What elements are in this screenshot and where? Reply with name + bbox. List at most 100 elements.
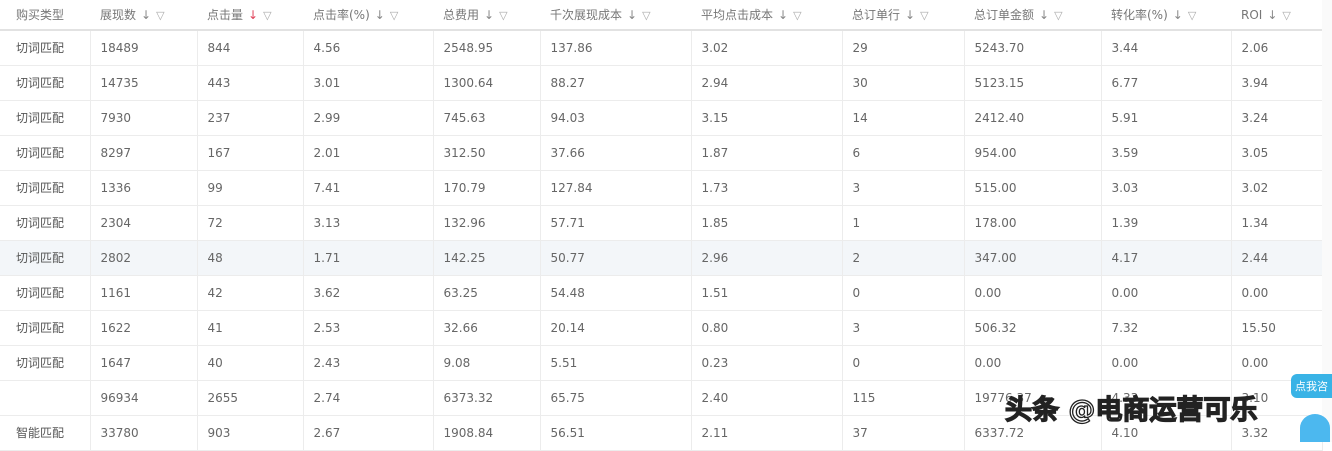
table-cell: 2.43 (303, 345, 434, 381)
table-cell: 170.79 (433, 170, 541, 206)
table-cell: 3.94 (1231, 65, 1323, 101)
table-cell: 0 (842, 345, 965, 381)
table-cell: 8297 (90, 135, 198, 171)
table-cell: 37 (842, 415, 965, 451)
column-header[interactable]: 总订单行 ↓ ▽ (842, 0, 964, 31)
column-header[interactable]: 展现数 ↓ ▽ (90, 0, 197, 31)
table-cell: 2 (842, 240, 965, 276)
table-row[interactable]: 切词匹配 2304 72 3.13 132.96 57.71 1.85 1 178.00 1.39… (0, 205, 1323, 241)
filter-icon[interactable]: ▽ (390, 9, 398, 22)
table-cell: 3.13 (303, 205, 434, 241)
column-header[interactable]: 点击率(%) ↓ ▽ (303, 0, 433, 31)
sort-arrow-icon[interactable]: ↓ (627, 8, 637, 22)
table-row[interactable]: 切词匹配 8297 167 2.01 312.50 37.66 1.87 6 954.00 3.5… (0, 135, 1323, 171)
column-label: 购买类型 (16, 8, 65, 22)
table-cell: 切词匹配 (0, 240, 91, 276)
table-row[interactable]: 切词匹配 7930 237 2.99 745.63 94.03 3.15 14 2412.40 5… (0, 100, 1323, 136)
column-header[interactable]: 转化率(%) ↓ ▽ (1101, 0, 1231, 31)
table-cell: 1.51 (691, 275, 843, 311)
filter-icon[interactable]: ▽ (156, 9, 164, 22)
table-cell: 3.02 (1231, 170, 1323, 206)
sort-arrow-icon[interactable]: ↓ (141, 8, 151, 22)
filter-icon[interactable]: ▽ (1282, 9, 1290, 22)
table-cell: 41 (197, 310, 304, 346)
column-header[interactable]: 总订单金额 ↓ ▽ (964, 0, 1101, 31)
table-cell: 1.87 (691, 135, 843, 171)
sort-arrow-icon[interactable]: ↓ (905, 8, 915, 22)
sort-arrow-icon[interactable]: ↓ (484, 8, 494, 22)
table-cell: 50.77 (540, 240, 692, 276)
table-header: 购买类型 展现数 ↓ ▽ 点击量 ↓ ▽ 点击率(%) ↓ ▽ 总费用 ↓ ▽ 千次展现成本 ↓ ▽ 平均点击成… (0, 0, 1322, 31)
table-cell: 2.01 (303, 135, 434, 171)
chat-consult-button[interactable]: 点我咨 (1291, 374, 1332, 398)
table-cell: 443 (197, 65, 304, 101)
table-cell: 3.62 (303, 275, 434, 311)
table-cell: 切词匹配 (0, 170, 91, 206)
table-row[interactable]: 切词匹配 2802 48 1.71 142.25 50.77 2.96 2 347.00 4.17… (0, 240, 1323, 276)
table-cell: 2.53 (303, 310, 434, 346)
filter-icon[interactable]: ▽ (263, 9, 271, 22)
column-label: 平均点击成本 (701, 8, 774, 22)
sort-arrow-icon[interactable]: ↓ (1039, 8, 1049, 22)
table-cell: 115 (842, 380, 965, 416)
table-cell: 94.03 (540, 100, 692, 136)
column-label: 总费用 (443, 8, 480, 22)
table-cell: 切词匹配 (0, 30, 91, 66)
column-label: 转化率(%) (1111, 8, 1168, 22)
mascot-icon[interactable] (1300, 414, 1330, 442)
table-cell: 1908.84 (433, 415, 541, 451)
sort-arrow-icon[interactable]: ↓ (248, 8, 258, 22)
table-cell: 切词匹配 (0, 65, 91, 101)
table-cell: 7930 (90, 100, 198, 136)
table-cell: 3.24 (1231, 100, 1323, 136)
table-cell: 14 (842, 100, 965, 136)
column-header[interactable]: 千次展现成本 ↓ ▽ (540, 0, 691, 31)
table-cell: 32.66 (433, 310, 541, 346)
table-cell: 2802 (90, 240, 198, 276)
table-cell: 844 (197, 30, 304, 66)
column-header: 购买类型 (0, 0, 90, 31)
filter-icon[interactable]: ▽ (920, 9, 928, 22)
sort-arrow-icon[interactable]: ↓ (1173, 8, 1183, 22)
table-cell: 1336 (90, 170, 198, 206)
table-cell: 54.48 (540, 275, 692, 311)
table-cell: 96934 (90, 380, 198, 416)
table-cell: 3.05 (1231, 135, 1323, 171)
table-row[interactable]: 切词匹配 1647 40 2.43 9.08 5.51 0.23 0 0.00 0.00 0.00 (0, 345, 1323, 381)
table-row[interactable]: 切词匹配 14735 443 3.01 1300.64 88.27 2.94 30 5123.1… (0, 65, 1323, 101)
filter-icon[interactable]: ▽ (1188, 9, 1196, 22)
column-label: 展现数 (100, 8, 137, 22)
table-cell: 0 (842, 275, 965, 311)
table-row[interactable]: 切词匹配 1622 41 2.53 32.66 20.14 0.80 3 506.32 7.32 1… (0, 310, 1323, 346)
sort-arrow-icon[interactable]: ↓ (778, 8, 788, 22)
table-cell: 40 (197, 345, 304, 381)
table-cell: 0.00 (964, 275, 1102, 311)
table-cell: 18489 (90, 30, 198, 66)
table-cell: 48 (197, 240, 304, 276)
filter-icon[interactable]: ▽ (642, 9, 650, 22)
table-cell: 0.00 (1101, 345, 1232, 381)
column-header[interactable]: 平均点击成本 ↓ ▽ (691, 0, 842, 31)
filter-icon[interactable]: ▽ (793, 9, 801, 22)
table-cell: 3.44 (1101, 30, 1232, 66)
column-header[interactable]: 点击量 ↓ ▽ (197, 0, 303, 31)
table-cell: 63.25 (433, 275, 541, 311)
table-cell: 2.67 (303, 415, 434, 451)
table-row[interactable]: 切词匹配 18489 844 4.56 2548.95 137.86 3.02 29 5243.… (0, 30, 1323, 66)
column-header[interactable]: 总费用 ↓ ▽ (433, 0, 540, 31)
column-label: 总订单行 (852, 8, 901, 22)
table-cell: 2548.95 (433, 30, 541, 66)
table-cell: 142.25 (433, 240, 541, 276)
filter-icon[interactable]: ▽ (1054, 9, 1062, 22)
table-row[interactable]: 切词匹配 1161 42 3.62 63.25 54.48 1.51 0 0.00 0.00 0.0… (0, 275, 1323, 311)
table-cell: 2412.40 (964, 100, 1102, 136)
sort-arrow-icon[interactable]: ↓ (1267, 8, 1277, 22)
table-cell: 1.34 (1231, 205, 1323, 241)
filter-icon[interactable]: ▽ (499, 9, 507, 22)
sort-arrow-icon[interactable]: ↓ (375, 8, 385, 22)
table-row[interactable]: 切词匹配 1336 99 7.41 170.79 127.84 1.73 3 515.00 3.0… (0, 170, 1323, 206)
table-cell: 65.75 (540, 380, 692, 416)
table-cell: 切词匹配 (0, 275, 91, 311)
table-cell: 1.73 (691, 170, 843, 206)
column-header[interactable]: ROI ↓ ▽ (1231, 0, 1322, 31)
